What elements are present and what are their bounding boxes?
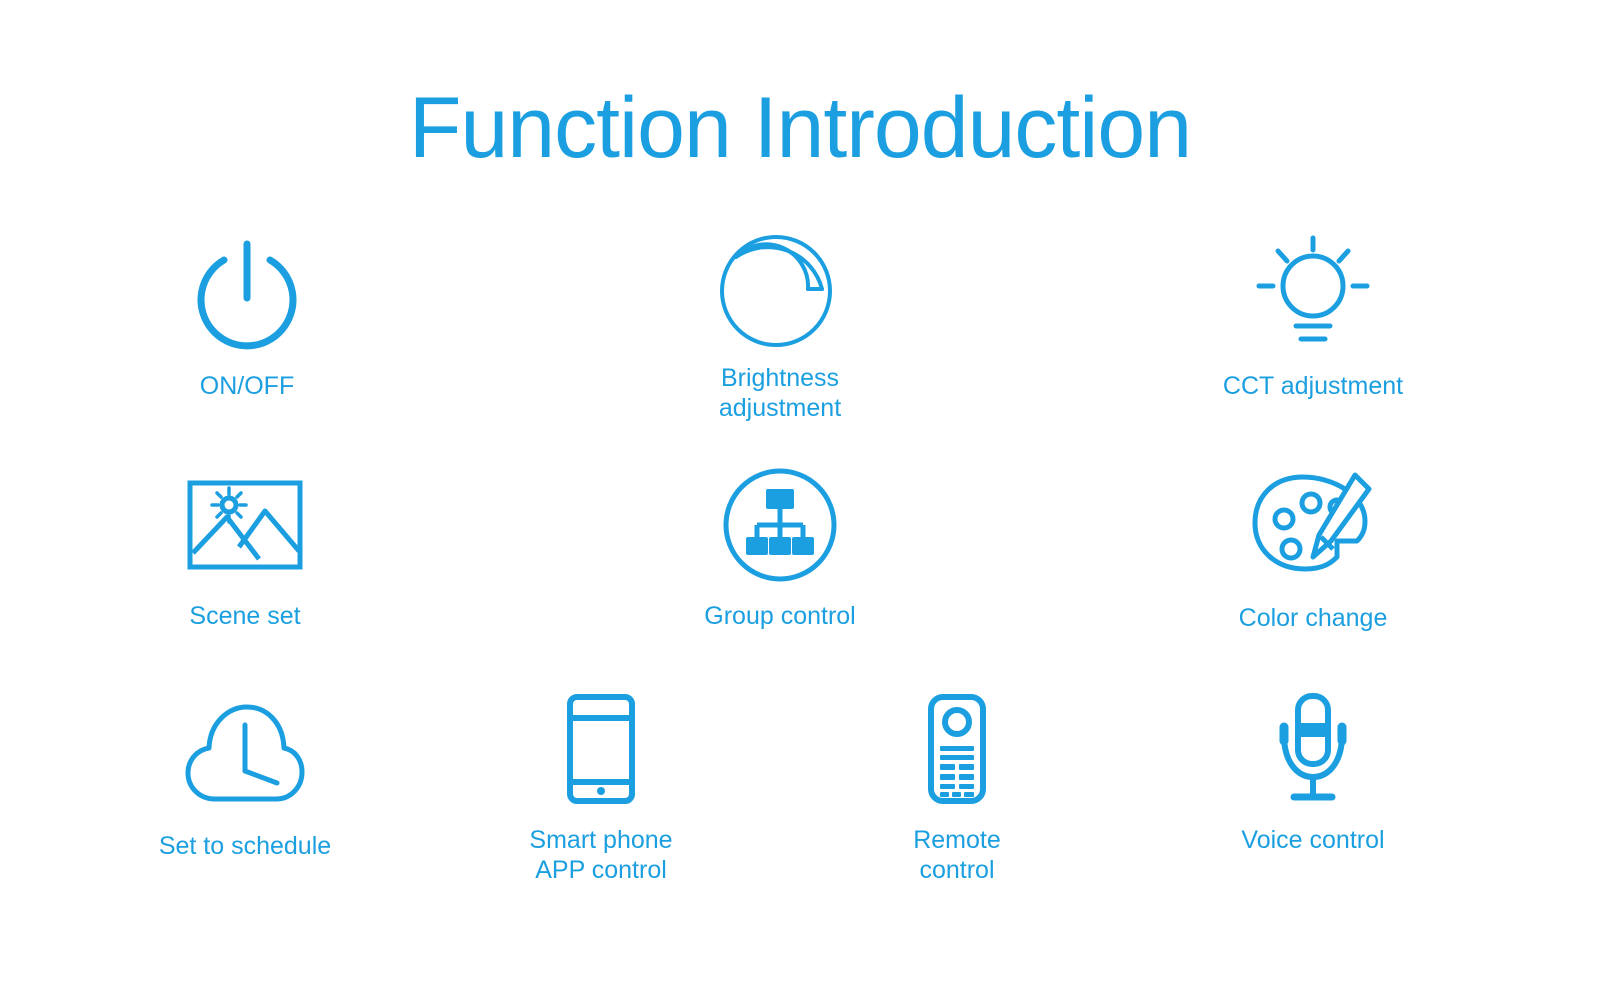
feature-label: ON/OFF [199,372,295,400]
picture-landscape-icon [130,465,360,585]
feature-item-on-off[interactable]: ON/OFF [132,235,362,401]
feature-item-voice-control[interactable]: Voice control [1198,689,1428,855]
feature-label: Set to schedule [158,832,332,860]
feature-item-color-change[interactable]: Color change [1198,467,1428,633]
feature-grid: ON/OFF Brightness adjustment CCT adjustm… [0,235,1600,925]
palette-brush-icon [1198,467,1428,587]
hierarchy-circle-icon [665,465,895,585]
feature-item-brightness-adjustment[interactable]: Brightness adjustment [665,227,895,423]
feature-label: CCT adjustment [1222,372,1404,400]
light-bulb-icon [1198,235,1428,355]
smartphone-icon [486,689,716,809]
feature-row: Set to schedule Smart phone APP control [0,693,1600,925]
feature-item-group-control[interactable]: Group control [665,465,895,631]
feature-row: Scene set Group control Color change [0,465,1600,695]
page-title: Function Introduction [408,80,1192,176]
cloud-clock-icon [130,695,360,815]
feature-item-remote-control[interactable]: Remote control [842,689,1072,885]
feature-label: Brightness adjustment [718,364,842,422]
power-icon [132,235,362,355]
feature-item-scene-set[interactable]: Scene set [130,465,360,631]
feature-label: Scene set [189,602,301,630]
feature-row: ON/OFF Brightness adjustment CCT adjustm… [0,235,1600,465]
feature-item-smart-phone-app[interactable]: Smart phone APP control [486,689,716,885]
feature-label: Remote control [913,826,1001,884]
feature-label: Group control [704,602,856,630]
feature-label: Smart phone APP control [529,826,673,884]
feature-item-set-to-schedule[interactable]: Set to schedule [130,695,360,861]
brightness-gauge-icon [665,227,895,347]
feature-label: Voice control [1241,826,1385,854]
function-introduction-page: Function Introduction ON/OFF Brightness … [0,0,1600,1000]
feature-label: Color change [1238,604,1388,632]
remote-control-icon [842,689,1072,809]
microphone-icon [1198,689,1428,809]
feature-item-cct-adjustment[interactable]: CCT adjustment [1198,235,1428,401]
